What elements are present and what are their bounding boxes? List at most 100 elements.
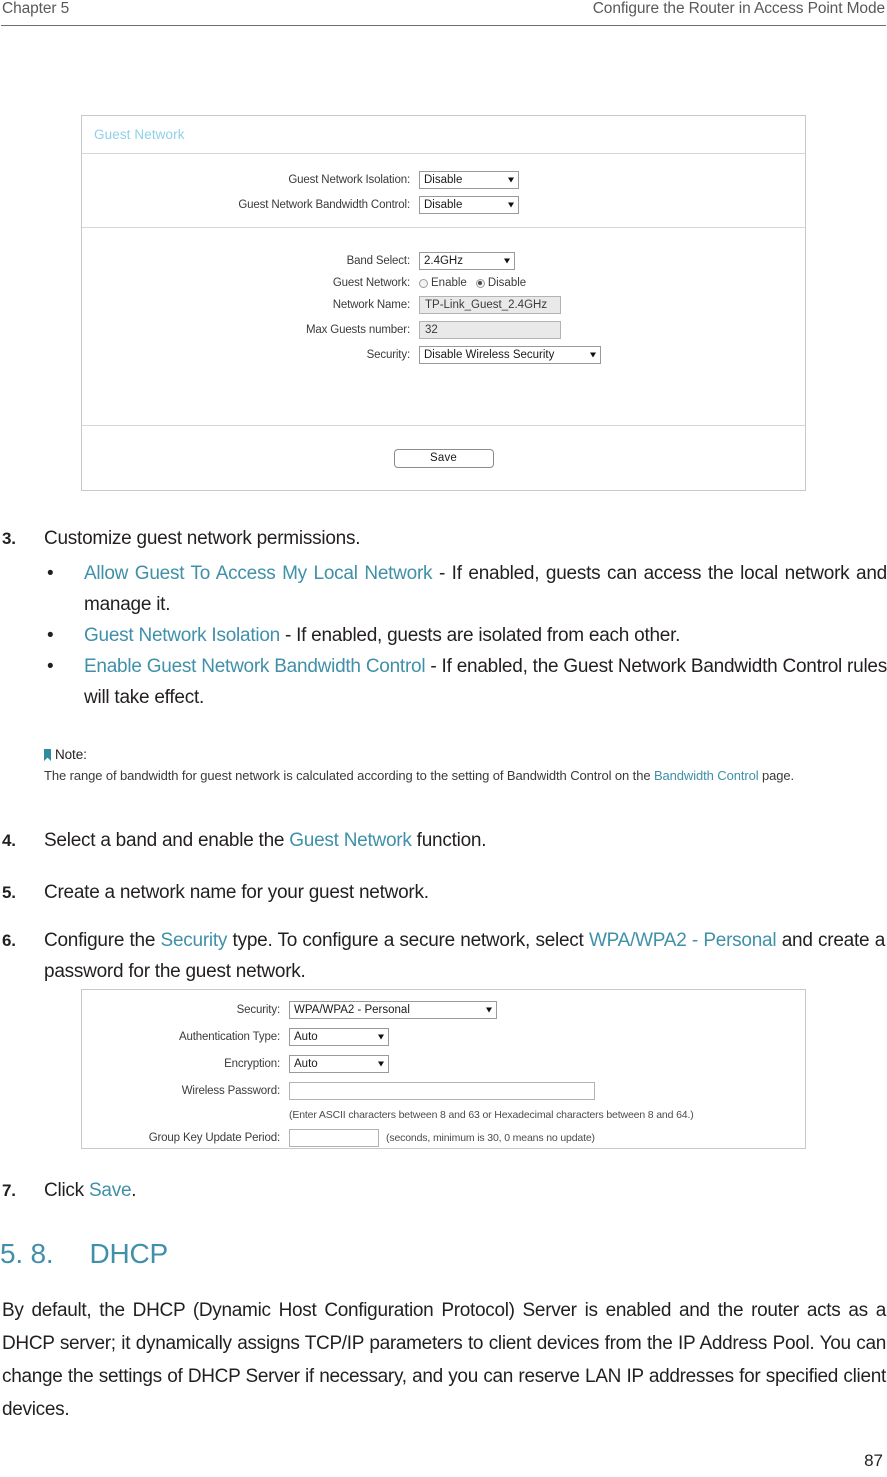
band-select-value: 2.4GHz [424,255,463,267]
guest-network-save-section: Save [82,426,805,490]
page-number: 87 [864,1451,883,1470]
group-key-period-label: Group Key Update Period: [148,1132,280,1144]
bookmark-ribbon-icon [44,749,51,761]
step-6-text-pre: Configure the [44,930,161,951]
step-3-text: Customize guest network permissions. [44,528,361,549]
guest-security-select[interactable]: Disable Wireless Security [419,346,601,364]
max-guests-row: Max Guests number: 32 [82,321,805,339]
guest-network-isolation-select[interactable]: Disable [419,171,519,189]
encryption-select[interactable]: Auto [289,1055,389,1073]
step-7-term-save: Save [88,1180,132,1201]
dhcp-section-heading: 5. 8. DHCP [0,1238,168,1270]
chevron-down-icon [590,352,596,358]
max-guests-input[interactable]: 32 [419,321,561,339]
security-type-value: WPA/WPA2 - Personal [294,1004,410,1016]
network-name-row: Network Name: TP-Link_Guest_2.4GHz [82,296,805,314]
bullet-2-description: - If enabled, guests are isolated from e… [279,625,681,646]
encryption-row: Encryption: Auto [82,1055,805,1073]
step-3-bullets: • Allow Guest To Access My Local Network… [0,558,887,713]
group-key-period-row: Group Key Update Period: (seconds, minim… [82,1129,805,1147]
guest-network-bandwidth-row: Guest Network Bandwidth Control: Disable [82,196,805,214]
document-header: Chapter 5 Configure the Router in Access… [0,0,887,28]
step-4-term: Guest Network [289,830,412,851]
guest-network-panel-title: Guest Network [94,127,185,142]
step-5-number: 5. [2,883,16,902]
step-7-block: 7. Click Save. [0,1175,887,1206]
note-body: The range of bandwidth for guest network… [44,765,887,787]
header-divider [1,25,886,26]
guest-network-isolation-value: Disable [424,174,463,186]
guest-security-row: Security: Disable Wireless Security [82,346,805,364]
guest-network-bandwidth-label: Guest Network Bandwidth Control: [238,199,410,211]
step-4-block: 4. Select a band and enable the Guest Ne… [0,825,887,856]
step-4-text-post: function. [411,830,487,851]
chevron-down-icon [504,258,510,264]
network-name-input[interactable]: TP-Link_Guest_2.4GHz [419,296,561,314]
step-3-block: 3. Customize guest network permissions. … [0,523,887,713]
note-body-post: page. [758,768,795,783]
bullet-dot-icon: • [47,656,54,677]
band-select-dropdown[interactable]: 2.4GHz [419,252,515,270]
step-4-number: 4. [2,831,16,850]
step-6-block: 6. Configure the Security type. To confi… [0,925,887,987]
step-6-text-mid: type. To configure a secure network, sel… [227,930,589,951]
bullet-guest-network-isolation: • Guest Network Isolation - If enabled, … [0,620,887,651]
note-title-label: Note: [55,747,87,762]
guest-security-label: Security: [366,349,411,361]
guest-network-panel: Guest Network Guest Network Isolation: D… [81,115,806,491]
wireless-password-row: Wireless Password: [82,1082,805,1100]
guest-network-radio-disable-label: Disable [487,277,527,289]
band-select-row: Band Select: 2.4GHz [82,252,805,270]
guest-network-toggle-label: Guest Network: [332,277,410,289]
wireless-password-input[interactable] [289,1082,595,1100]
guest-network-bandwidth-select[interactable]: Disable [419,196,519,214]
step-7-text-post: . [131,1180,137,1201]
header-chapter-label: Chapter 5 [2,0,70,17]
wireless-password-hint: (Enter ASCII characters between 8 and 63… [289,1109,694,1121]
group-key-period-hint: (seconds, minimum is 30, 0 means no upda… [386,1132,595,1144]
bullet-3-term: Enable Guest Network Bandwidth Control [84,656,426,677]
authentication-type-select[interactable]: Auto [289,1028,389,1046]
guest-network-settings-section: Band Select: 2.4GHz Guest Network: Enabl… [82,228,805,426]
guest-security-value: Disable Wireless Security [424,349,555,361]
step-4: 4. Select a band and enable the Guest Ne… [0,825,887,856]
guest-network-radio-disable[interactable]: Disable [475,277,527,289]
guest-network-permissions-section: Guest Network Isolation: Disable Guest N… [82,154,805,228]
header-section-label: Configure the Router in Access Point Mod… [592,0,885,17]
save-button[interactable]: Save [393,448,494,468]
guest-network-radio-enable-label: Enable [431,277,467,289]
bullet-dot-icon: • [47,625,54,646]
guest-network-isolation-row: Guest Network Isolation: Disable [82,171,805,189]
dhcp-heading-number: 5. 8. [0,1238,54,1269]
step-4-text-pre: Select a band and enable the [44,830,290,851]
step-7-number: 7. [2,1181,16,1200]
step-3: 3. Customize guest network permissions. [0,523,887,554]
step-7-text-pre: Click [44,1180,89,1201]
step-6-term-wpa: WPA/WPA2 - Personal [588,930,777,951]
radio-unselected-icon [419,278,428,288]
group-key-period-input[interactable] [289,1129,379,1147]
guest-network-panel-title-bar: Guest Network [82,116,805,154]
chevron-down-icon [508,177,514,183]
chevron-down-icon [378,1061,384,1067]
step-6-number: 6. [2,931,16,950]
encryption-label: Encryption: [224,1058,280,1070]
note-body-pre: The range of bandwidth for guest network… [44,768,654,783]
band-select-label: Band Select: [346,255,411,267]
max-guests-label: Max Guests number: [305,324,410,336]
note-body-link[interactable]: Bandwidth Control [654,768,759,783]
authentication-type-label: Authentication Type: [179,1031,280,1043]
dhcp-intro-paragraph: By default, the DHCP (Dynamic Host Confi… [2,1300,886,1420]
guest-network-toggle-row: Guest Network: Enable Disable [82,277,805,289]
step-3-number: 3. [2,529,16,548]
security-type-select[interactable]: WPA/WPA2 - Personal [289,1001,497,1019]
chevron-down-icon [508,202,514,208]
step-7: 7. Click Save. [0,1175,887,1206]
authentication-type-value: Auto [294,1031,318,1043]
guest-network-radio-group: Enable Disable [419,277,535,289]
radio-selected-icon [475,278,485,288]
guest-network-radio-enable[interactable]: Enable [419,277,467,289]
step-5-text: Create a network name for your guest net… [44,882,429,903]
wireless-password-hint-row: (Enter ASCII characters between 8 and 63… [82,1109,805,1121]
bullet-1-term: Allow Guest To Access My Local Network [84,563,433,584]
